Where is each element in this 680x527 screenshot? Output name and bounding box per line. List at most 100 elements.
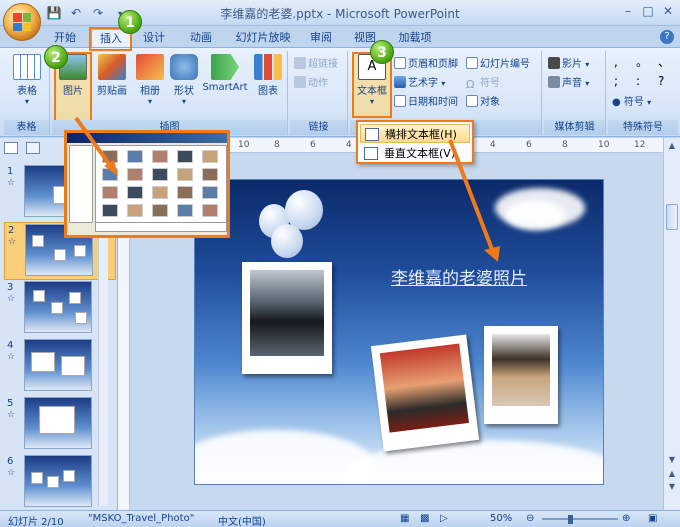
ruler-tick-label: 6 (526, 140, 532, 150)
dialog-photo-thumbnail (102, 168, 118, 181)
dialog-photo-thumbnail (202, 204, 218, 217)
slide-number: 2 (8, 225, 15, 236)
dialog-photo-thumbnail (177, 150, 193, 163)
slide-thumbnail (24, 397, 92, 449)
slideshow-view-icon[interactable]: ▷ (440, 513, 448, 524)
group-media: 影片 ▾ 声音 ▾ 媒体剪辑 (544, 51, 606, 135)
photo-frame[interactable] (370, 334, 480, 452)
symbol-period[interactable]: 。 (636, 54, 648, 71)
clipart-button[interactable]: 剪贴画 (92, 54, 132, 114)
tab-review[interactable]: 审阅 (307, 29, 335, 48)
movie-button[interactable]: 影片 ▾ (548, 56, 589, 73)
shapes-button[interactable]: 形状 ▾ (164, 54, 204, 114)
dialog-filename-field (95, 222, 227, 232)
fit-to-window-icon[interactable]: ▣ (648, 513, 657, 524)
maximize-icon[interactable]: □ (638, 2, 658, 20)
slide-number-icon (466, 57, 478, 69)
symbol-colon[interactable]: : (636, 73, 640, 90)
smartart-button[interactable]: SmartArt (200, 54, 250, 114)
table-button[interactable]: 表格 ▾ (7, 54, 47, 114)
scroll-thumb[interactable] (666, 204, 678, 230)
slide-thumbnail (24, 339, 92, 391)
photo-frame[interactable] (484, 326, 558, 424)
header-footer-button[interactable]: 页眉和页脚 (394, 56, 458, 73)
theme-name: "MSKO_Travel_Photo" (88, 513, 195, 524)
tab-design[interactable]: 设计 (136, 29, 172, 48)
tab-animation[interactable]: 动画 (184, 29, 218, 48)
vertical-scrollbar[interactable]: ▲ ▼ ▲ ▼ (663, 138, 680, 510)
slide-number-button[interactable]: 幻灯片编号 (466, 56, 530, 73)
vertical-textbox-icon (364, 147, 378, 160)
tab-addins[interactable]: 加载项 (395, 29, 435, 48)
balloon-decoration (271, 224, 303, 258)
slide-canvas[interactable]: 李维嘉的老婆照片 (194, 179, 604, 485)
scroll-down-icon[interactable]: ▼ (666, 454, 678, 465)
step-marker-3: 3 (370, 40, 394, 64)
wordart-icon (394, 76, 406, 88)
hyperlink-button[interactable]: 超链接 (294, 56, 338, 73)
dialog-photo-thumbnail (127, 204, 143, 217)
group-illustrations: 图片 剪贴画 相册 ▾ 形状 ▾ SmartArt 图表 插图 (52, 51, 288, 135)
help-icon[interactable]: ? (660, 30, 674, 44)
tab-slideshow[interactable]: 幻灯片放映 (230, 29, 296, 48)
dialog-titlebar (67, 133, 227, 143)
zoom-slider-thumb[interactable] (568, 515, 573, 524)
scroll-up-icon[interactable]: ▲ (666, 140, 678, 151)
ruler-tick-label: 8 (274, 140, 280, 150)
dialog-places-bar (69, 145, 93, 223)
menu-horizontal-textbox[interactable]: 横排文本框(H) (360, 124, 470, 143)
symbol-question[interactable]: ? (658, 73, 664, 90)
photo-frame[interactable] (242, 262, 332, 374)
movie-label: 影片 (562, 59, 582, 70)
cloud-decoration (505, 200, 565, 230)
special-symbol-button[interactable]: ● 符号 ▾ (612, 94, 651, 111)
zoom-out-icon[interactable]: ⊖ (526, 513, 534, 524)
insert-picture-dialog (64, 130, 230, 238)
menu-item-label: 垂直文本框(V) (384, 147, 456, 160)
ribbon: 表格 ▾ 表格 图片 剪贴画 相册 ▾ 形状 ▾ SmartArt 图表 插图 … (0, 47, 680, 137)
dialog-file-list (95, 145, 227, 223)
language-indicator[interactable]: 中文(中国) (218, 513, 266, 527)
slide-thumbnail (24, 455, 92, 507)
previous-slide-icon[interactable]: ▲ (666, 468, 678, 479)
group-label-table: 表格 (4, 120, 49, 135)
slide-thumbnail (24, 281, 92, 333)
zoom-slider[interactable] (542, 518, 618, 520)
action-icon (294, 76, 306, 88)
header-footer-icon (394, 57, 406, 69)
dialog-photo-thumbnail (202, 168, 218, 181)
symbol-semicolon[interactable]: ; (614, 73, 618, 90)
album-icon (136, 54, 164, 80)
ruler-tick-label: 10 (598, 140, 610, 150)
chart-button[interactable]: 图表 (248, 54, 288, 114)
photo (492, 334, 550, 406)
symbol-button[interactable]: Ω 符号 (466, 75, 500, 92)
chart-icon (254, 54, 282, 80)
close-icon[interactable]: ✕ (658, 2, 678, 20)
symbol-enum-comma[interactable]: 、 (658, 54, 670, 71)
minimize-icon[interactable]: – (618, 2, 638, 20)
symbol-comma[interactable]: , (614, 54, 618, 71)
zoom-level[interactable]: 50% (490, 513, 512, 524)
wordart-button[interactable]: 艺术字 ▾ (394, 75, 445, 92)
office-button[interactable] (3, 3, 41, 41)
outline-tab-icon[interactable] (25, 142, 40, 154)
datetime-button[interactable]: 日期和时间 (394, 94, 458, 111)
ruler-tick-label: 4 (490, 140, 496, 150)
object-label: 对象 (480, 97, 500, 108)
sorter-view-icon[interactable]: ▩ (420, 513, 429, 524)
dialog-photo-thumbnail (152, 204, 168, 217)
clipart-icon (98, 54, 126, 80)
normal-view-icon[interactable]: ▦ (400, 513, 409, 524)
zoom-in-icon[interactable]: ⊕ (622, 513, 630, 524)
action-label: 动作 (308, 78, 328, 89)
action-button[interactable]: 动作 (294, 75, 328, 92)
next-slide-icon[interactable]: ▼ (666, 481, 678, 492)
slide-title[interactable]: 李维嘉的老婆照片 (391, 264, 527, 289)
shapes-icon (170, 54, 198, 80)
slides-tab-icon[interactable] (4, 142, 18, 154)
object-button[interactable]: 对象 (466, 94, 500, 111)
menu-vertical-textbox[interactable]: 垂直文本框(V) (360, 144, 470, 163)
object-icon (466, 95, 478, 107)
sound-button[interactable]: 声音 ▾ (548, 75, 589, 92)
